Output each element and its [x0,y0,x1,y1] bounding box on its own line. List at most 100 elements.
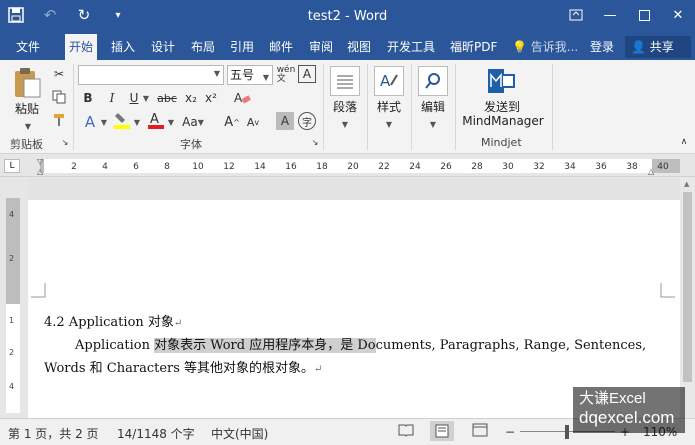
ruler-number: 24 [409,162,421,172]
window-buttons: — ✕ [559,0,695,30]
svg-text:A: A [234,91,243,105]
read-mode-icon[interactable] [398,423,414,440]
character-border-icon[interactable]: A [298,65,316,83]
change-case-icon[interactable]: Aa ▼ [180,112,206,132]
scroll-up-icon[interactable]: ▲ [684,180,689,188]
bold-button[interactable]: B [80,88,96,108]
ruler-number: 36 [595,162,607,172]
search-icon[interactable] [418,66,448,96]
superscript-button[interactable]: x² [202,88,220,108]
copy-icon[interactable] [50,87,68,107]
phonetic-guide-icon[interactable]: wén 文 [276,65,296,85]
font-launcher-icon[interactable]: ↘ [310,136,320,148]
mindmanager-icon[interactable] [485,66,519,96]
ruler-number: 38 [626,162,638,172]
page-count[interactable]: 第 1 页，共 2 页 [8,425,99,442]
vertical-ruler: 4 2 1 2 4 [0,178,28,418]
crop-mark [31,283,46,298]
ruler-number: 34 [564,162,576,172]
tab-developer[interactable]: 开发工具 [383,34,439,60]
text-effects-dropdown-icon[interactable]: ▼ [99,112,109,132]
tab-layout[interactable]: 布局 [187,34,219,60]
vruler-number: 1 [9,316,15,325]
tab-home[interactable]: 开始 [65,34,98,60]
tab-references[interactable]: 引用 [226,34,258,60]
styles-icon[interactable]: A [374,66,404,96]
tab-selector[interactable]: L [4,159,20,173]
ruler-number: 8 [164,162,170,172]
editing-label[interactable]: 编辑 [414,98,452,115]
tab-review[interactable]: 审阅 [305,34,337,60]
paragraph-icon[interactable] [330,66,360,96]
share-button[interactable]: 👤 共享 [625,36,691,58]
ruler-number: 18 [316,162,328,172]
paste-dropdown-icon[interactable]: ▼ [22,116,34,136]
close-icon[interactable]: ✕ [661,0,695,30]
separator [455,64,456,150]
font-size-input[interactable]: 五号 ▼ [227,65,273,85]
highlight-dropdown-icon[interactable]: ▼ [132,112,142,132]
font-color-dropdown-icon[interactable]: ▼ [166,112,176,132]
collapse-ribbon-icon[interactable]: ∧ [678,136,690,148]
subscript-button[interactable]: x₂ [182,88,200,108]
italic-button[interactable]: I [104,88,120,108]
tab-file[interactable]: 文件 [12,34,44,60]
grow-font-icon[interactable]: A ^ [224,112,240,132]
tab-mailings[interactable]: 邮件 [265,34,297,60]
vertical-scrollbar[interactable]: ▲ [680,178,695,418]
font-name-input[interactable]: ▼ [78,65,224,85]
zoom-out-icon[interactable]: − [505,425,515,439]
clear-formatting-icon[interactable]: A [232,88,252,108]
hanging-indent-marker[interactable]: △ [37,167,43,176]
styles-label[interactable]: 样式 [370,98,408,115]
mindmanager-label[interactable]: MindManager [458,114,548,128]
paragraph-label[interactable]: 段落 [326,98,364,115]
tab-insert[interactable]: 插入 [107,34,139,60]
language[interactable]: 中文(中国) [211,425,268,442]
tell-me-search[interactable]: 💡 告诉我... [512,34,578,60]
title-bar: ↶ ↻ ▾ test2 - Word — ✕ [0,0,695,34]
tab-design[interactable]: 设计 [147,34,179,60]
zoom-slider-thumb[interactable] [565,425,569,439]
selected-text: 对象表示 Word 应用程序本身，是 Do [154,338,376,353]
underline-dropdown-icon[interactable]: ▼ [141,88,151,108]
enclose-characters-icon[interactable]: 字 [298,112,316,130]
document-paragraph-line1[interactable]: Application 对象表示 Word 应用程序本身，是 Documents… [75,334,646,353]
character-shading-icon[interactable]: A [276,112,294,130]
paste-label[interactable]: 粘贴 [10,100,44,117]
document-paragraph-line2[interactable]: Words 和 Characters 等其他对象的根对象。↵ [44,357,322,376]
font-color-icon[interactable]: A [146,110,166,130]
ruler-number: 20 [347,162,359,172]
send-to-label[interactable]: 发送到 [470,98,534,115]
tab-view[interactable]: 视图 [343,34,375,60]
document-page[interactable]: 4.2 Application 对象↵ Application 对象表示 Wor… [28,200,680,418]
ribbon: 粘贴 ▼ ✂ 剪贴板 ↘ ▼ 五号 ▼ wén 文 A B I U ▼ abc x… [0,60,695,154]
separator [73,64,74,150]
ruler-number: 30 [502,162,514,172]
maximize-icon[interactable] [627,0,661,30]
ruler-number: 40 [657,162,669,172]
document-heading[interactable]: 4.2 Application 对象↵ [44,311,182,330]
paste-icon[interactable] [10,66,44,100]
paragraph-mark: ↵ [173,318,183,329]
clipboard-launcher-icon[interactable]: ↘ [60,136,70,148]
first-line-indent-marker[interactable]: ▽ [37,157,43,166]
word-count[interactable]: 14/1148 个字 [117,425,195,442]
ribbon-display-icon[interactable] [559,0,593,30]
shrink-font-icon[interactable]: Av [245,112,261,132]
login-link[interactable]: 登录 [590,34,614,60]
tab-foxit-pdf[interactable]: 福昕PDF [446,34,501,60]
right-indent-marker[interactable]: △ [648,167,654,176]
cut-icon[interactable]: ✂ [50,64,68,84]
font-group-label: 字体 [180,138,202,151]
print-layout-icon[interactable] [430,421,454,441]
highlight-color-icon[interactable] [112,110,132,130]
format-painter-icon[interactable] [50,110,68,130]
horizontal-ruler: L 2 4 6 8 10 12 14 16 18 20 22 24 26 28 30 32 34 36 38 40 ▽… [0,155,695,177]
text-effects-icon[interactable]: A [80,112,100,132]
strikethrough-button[interactable]: abc [155,88,179,108]
scrollbar-thumb[interactable] [683,192,692,382]
minimize-icon[interactable]: — [593,0,627,30]
web-layout-icon[interactable] [472,423,488,440]
underline-button[interactable]: U [126,88,142,108]
